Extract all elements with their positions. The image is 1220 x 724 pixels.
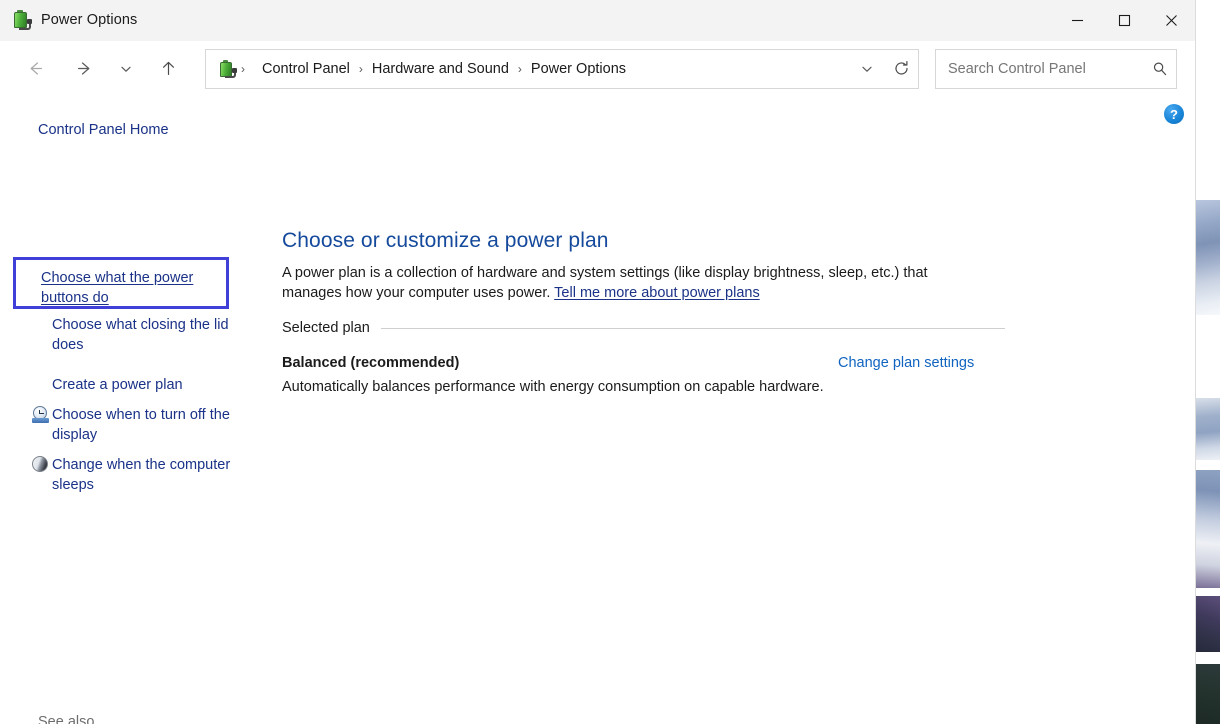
breadcrumb-separator: › <box>236 62 250 76</box>
sidebar-item-choose-when-to-turn-off-the-display[interactable]: Choose when to turn off the display <box>28 405 244 445</box>
search-box[interactable] <box>935 49 1177 89</box>
page-title: Choose or customize a power plan <box>282 229 609 253</box>
breadcrumb-separator: › <box>513 62 527 76</box>
sidebar-item-choose-what-the-power-buttons-do[interactable]: Choose what the power buttons do <box>41 268 221 308</box>
page-description: A power plan is a collection of hardware… <box>282 263 962 303</box>
breadcrumb-separator: › <box>354 62 368 76</box>
wallpaper-segment <box>1196 664 1220 724</box>
breadcrumb-hardware-and-sound[interactable]: Hardware and Sound <box>368 61 513 77</box>
selected-plan-group-header: Selected plan <box>282 320 1005 336</box>
back-button[interactable] <box>18 52 52 86</box>
sidebar-icon-placeholder <box>28 315 52 316</box>
see-also-header: See also <box>38 714 94 724</box>
wallpaper-segment <box>1196 596 1220 652</box>
power-options-window: Power Options <box>0 0 1196 724</box>
breadcrumb-power-options[interactable]: Power Options <box>527 61 630 77</box>
sidebar-item-control-panel-home[interactable]: Control Panel Home <box>38 120 218 140</box>
up-button[interactable] <box>151 52 185 86</box>
change-plan-settings-link[interactable]: Change plan settings <box>838 355 974 371</box>
moon-icon <box>28 455 52 472</box>
plan-description: Automatically balances performance with … <box>282 379 824 395</box>
sidebar-item-label: Choose what closing the lid does <box>52 315 244 355</box>
title-bar: Power Options <box>0 0 1195 41</box>
sidebar-item-label: Change when the computer sleeps <box>52 455 244 495</box>
group-label: Selected plan <box>282 320 370 336</box>
recent-locations-chevron-down-icon[interactable] <box>113 52 139 86</box>
tell-me-more-link[interactable]: Tell me more about power plans <box>554 285 760 301</box>
sidebar-item-create-a-power-plan[interactable]: Create a power plan <box>28 375 244 395</box>
window-title: Power Options <box>41 12 137 28</box>
window-content: Control Panel Home Choose what the power… <box>0 96 1195 724</box>
breadcrumb-control-panel[interactable]: Control Panel <box>258 61 354 77</box>
sidebar-item-choose-what-closing-the-lid-does[interactable]: Choose what closing the lid does <box>28 315 244 355</box>
sidebar-item-label: Create a power plan <box>52 375 244 395</box>
address-bar[interactable]: › Control Panel › Hardware and Sound › P… <box>205 49 919 89</box>
refresh-icon[interactable] <box>884 50 918 88</box>
search-icon[interactable] <box>1144 50 1176 88</box>
navigation-bar: › Control Panel › Hardware and Sound › P… <box>0 41 1195 96</box>
power-plug-battery-icon <box>218 60 236 78</box>
sidebar-item-power-buttons-focus-ring[interactable]: Choose what the power buttons do <box>13 257 229 309</box>
forward-button[interactable] <box>67 52 101 86</box>
sidebar-icon-placeholder <box>28 375 52 376</box>
maximize-button[interactable] <box>1101 0 1148 40</box>
sidebar: Control Panel Home Choose what the power… <box>0 96 280 724</box>
close-button[interactable] <box>1148 0 1195 40</box>
power-plug-battery-icon <box>11 10 31 30</box>
group-divider <box>381 328 1005 329</box>
main-pane: Choose or customize a power plan A power… <box>280 96 1195 724</box>
address-chevron-down-icon[interactable] <box>850 50 884 88</box>
search-input[interactable] <box>946 60 1144 78</box>
sidebar-item-label: Choose when to turn off the display <box>52 405 244 445</box>
wallpaper-segment <box>1196 470 1220 588</box>
window-controls <box>1054 0 1195 40</box>
minimize-button[interactable] <box>1054 0 1101 40</box>
clock-icon <box>28 405 52 423</box>
wallpaper-segment <box>1196 398 1220 460</box>
plan-name: Balanced (recommended) <box>282 355 459 371</box>
help-icon[interactable]: ? <box>1164 104 1184 124</box>
wallpaper-segment <box>1196 200 1220 315</box>
sidebar-item-change-when-the-computer-sleeps[interactable]: Change when the computer sleeps <box>28 455 244 495</box>
